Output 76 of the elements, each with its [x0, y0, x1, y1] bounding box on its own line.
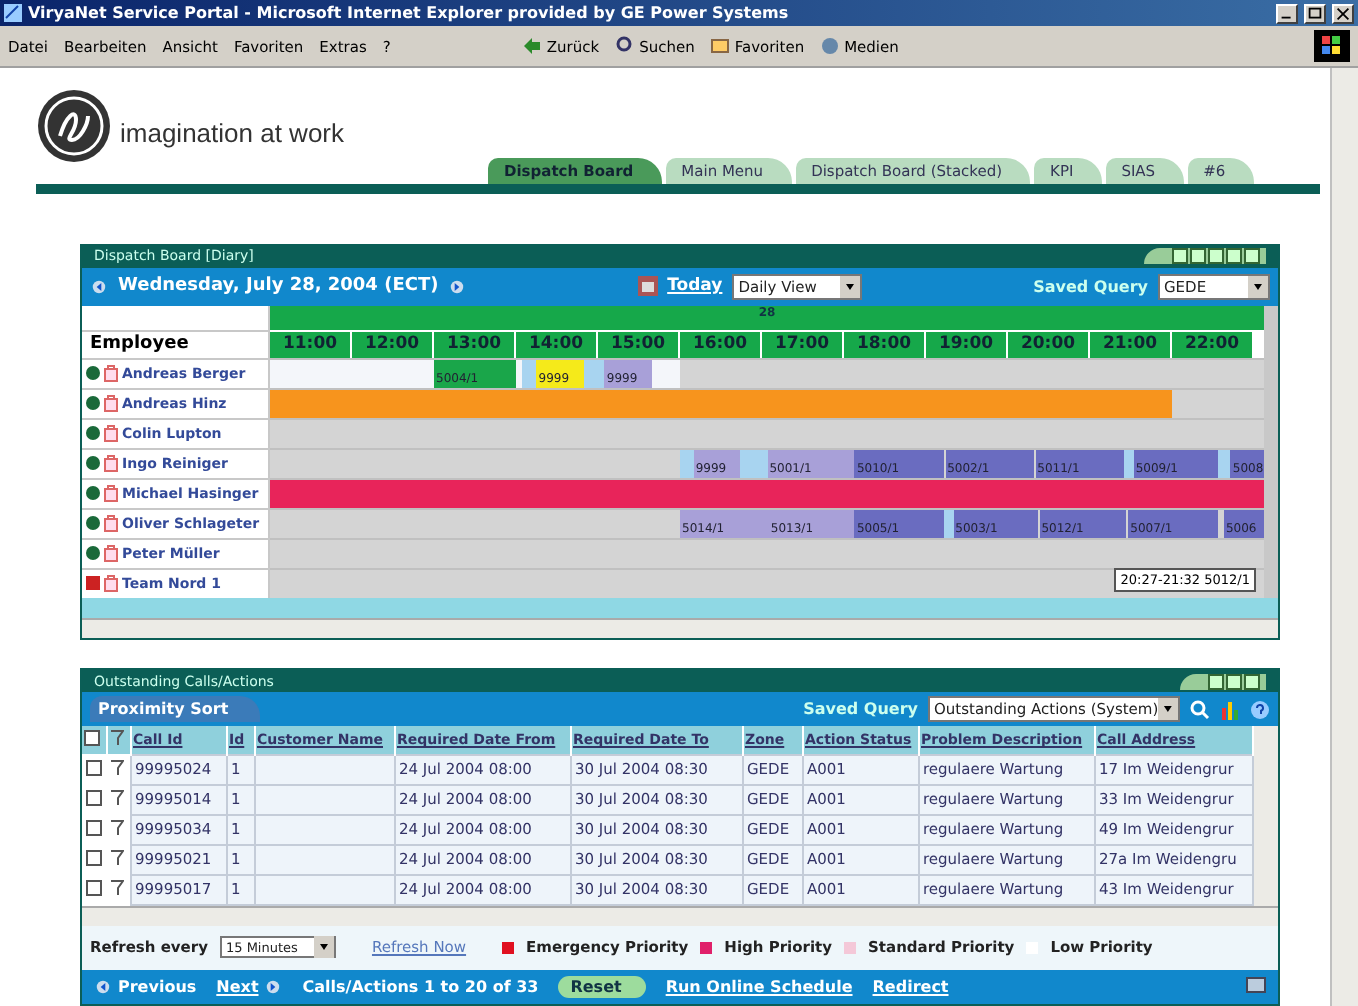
table-cell — [254, 784, 394, 815]
screen-icon[interactable] — [1246, 976, 1266, 997]
horizontal-scrollbar[interactable] — [82, 617, 1278, 638]
previous-link[interactable]: Previous — [94, 977, 197, 996]
run-schedule-link[interactable]: Run Online Schedule — [665, 977, 853, 996]
window-title: ViryaNet Service Portal - Microsoft Internet Explorer provided by GE Power Systems — [28, 4, 791, 22]
maximize-icon[interactable] — [1304, 3, 1326, 23]
vertical-scrollbar[interactable] — [1330, 68, 1358, 1006]
person-icon — [104, 364, 118, 383]
person-icon — [104, 544, 118, 563]
person-icon — [104, 454, 118, 473]
table-cell — [254, 754, 394, 785]
previous-icon[interactable] — [90, 279, 108, 294]
hour-heading: 15:00 — [598, 331, 678, 358]
proximity-sort-button[interactable]: Proximity Sort — [90, 696, 261, 723]
hour-heading: 17:00 — [762, 331, 842, 358]
calendar-icon[interactable] — [637, 276, 658, 297]
status-dot-icon — [86, 396, 100, 411]
results-count: Calls/Actions 1 to 20 of 33 — [302, 977, 539, 996]
media-icon — [820, 36, 841, 56]
hour-heading: 13:00 — [434, 331, 514, 358]
browser-logo — [1314, 30, 1350, 62]
table-cell — [254, 844, 394, 875]
horizontal-scrollbar[interactable] — [82, 905, 1278, 926]
status-dot-icon — [86, 456, 100, 471]
next-icon[interactable] — [448, 279, 467, 294]
status-dot-icon — [86, 486, 100, 501]
row-checkbox[interactable] — [86, 849, 102, 866]
hour-heading: 18:00 — [844, 331, 924, 358]
status-dot-icon — [86, 366, 100, 381]
hour-heading: 21:00 — [1090, 331, 1170, 358]
row-checkbox[interactable] — [86, 759, 102, 776]
date-title: Wednesday, July 28, 2004 (ECT) — [118, 276, 439, 297]
redirect-link[interactable]: Redirect — [872, 977, 949, 996]
tagline: imagination at work — [120, 118, 344, 148]
hour-heading: 14:00 — [516, 331, 596, 358]
hour-heading: 16:00 — [680, 331, 760, 358]
previous-icon[interactable] — [94, 979, 112, 994]
back-icon — [522, 36, 543, 56]
minimize-icon[interactable] — [1276, 3, 1298, 23]
hour-heading: 11:00 — [270, 331, 350, 358]
today-link[interactable]: Today — [667, 276, 723, 297]
logo-icon — [36, 88, 112, 164]
bar-chart-icon[interactable] — [1220, 699, 1240, 720]
person-icon — [104, 424, 118, 443]
hour-heading: 20:00 — [1008, 331, 1088, 358]
hour-heading: 12:00 — [352, 331, 432, 358]
browser-icon — [4, 4, 22, 22]
favorites-icon — [710, 36, 731, 56]
table-cell — [254, 874, 394, 905]
column-heading: Employee — [82, 331, 268, 358]
close-icon[interactable] — [1332, 3, 1354, 23]
table-cell — [254, 814, 394, 845]
help-icon[interactable] — [1250, 699, 1270, 720]
status-dot-icon — [86, 516, 100, 531]
row-checkbox[interactable] — [86, 819, 102, 836]
saved-query-label: Saved Query — [1033, 277, 1148, 296]
search-icon — [615, 36, 636, 56]
status-square-icon — [86, 576, 100, 591]
person-icon — [104, 574, 118, 593]
person-icon — [104, 514, 118, 533]
saved-query-label: Saved Query — [803, 700, 918, 719]
vertical-scrollbar[interactable] — [1253, 726, 1278, 906]
status-dot-icon — [86, 546, 100, 561]
person-icon — [104, 484, 118, 503]
person-icon — [104, 394, 118, 413]
row-checkbox[interactable] — [86, 879, 102, 896]
next-icon[interactable] — [264, 979, 283, 994]
row-checkbox[interactable] — [86, 789, 102, 806]
select-all-checkbox[interactable] — [84, 730, 100, 747]
next-link[interactable]: Next — [216, 977, 283, 996]
search-icon[interactable] — [1190, 699, 1210, 720]
status-dot-icon — [86, 426, 100, 441]
reset-button[interactable]: Reset — [558, 975, 646, 998]
hour-heading: 19:00 — [926, 331, 1006, 358]
hour-heading: 22:00 — [1172, 331, 1252, 358]
